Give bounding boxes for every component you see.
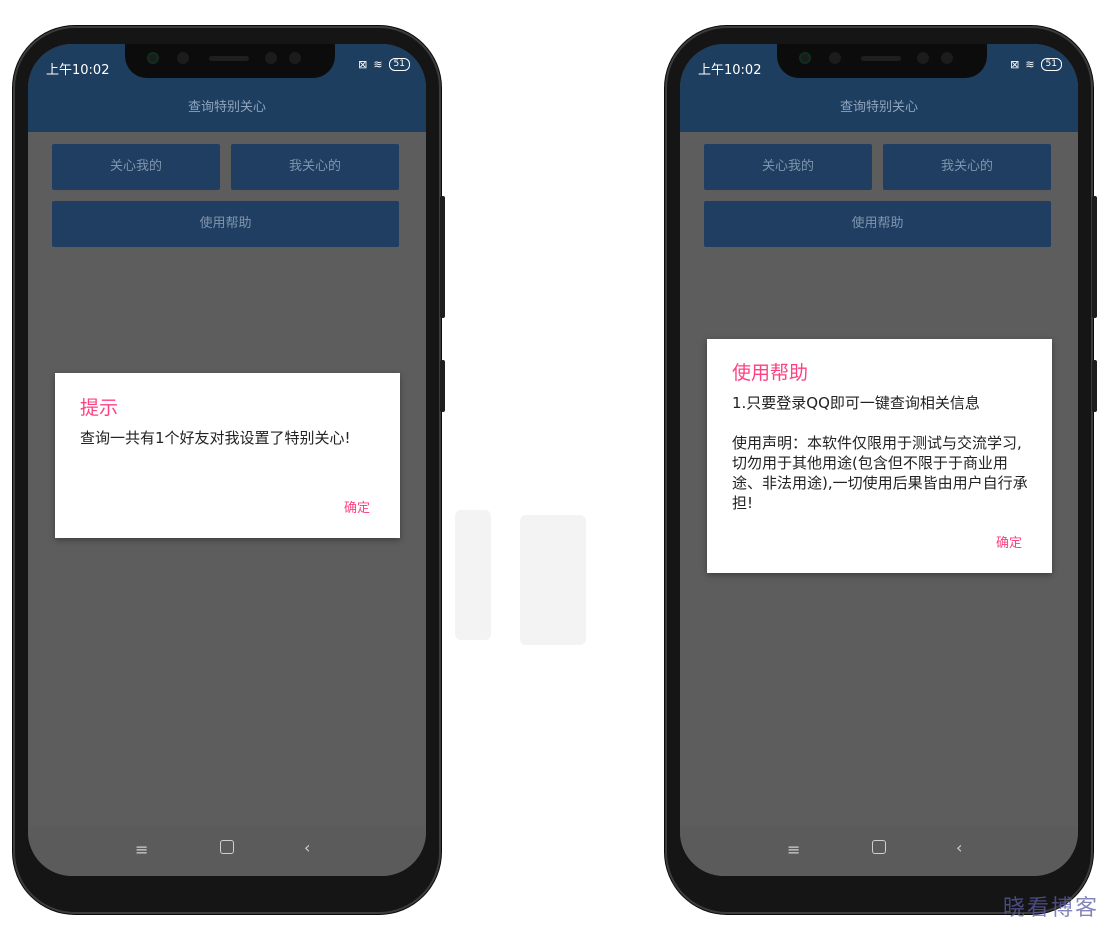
sensor-icon bbox=[941, 52, 953, 64]
sim-icon: ⊠ bbox=[1010, 58, 1020, 71]
watermark: 晓看博客 bbox=[1002, 896, 1099, 921]
back-icon[interactable]: ‹ bbox=[956, 838, 962, 857]
camera-icon bbox=[799, 52, 811, 64]
battery-icon: 51 bbox=[1040, 58, 1062, 71]
notch bbox=[125, 44, 335, 78]
menu-icon[interactable]: ≡ bbox=[787, 840, 800, 859]
help-button[interactable]: 使用帮助 bbox=[704, 201, 1051, 247]
background-decoration bbox=[455, 510, 491, 640]
wifi-icon: ≋ bbox=[1025, 58, 1035, 71]
notch bbox=[777, 44, 987, 78]
status-time: 上午10:02 bbox=[46, 63, 110, 78]
phone-right: 上午10:02 ⊠ ≋ 51 查询特别关心 关心我的 我关心的 使用帮助 使用帮… bbox=[665, 26, 1097, 914]
sim-icon: ⊠ bbox=[358, 58, 368, 71]
screen: 上午10:02 ⊠ ≋ 51 查询特别关心 关心我的 我关心的 使用帮助 使用帮… bbox=[680, 44, 1078, 876]
ok-button[interactable]: 确定 bbox=[996, 532, 1022, 551]
alert-dialog: 提示 查询一共有1个好友对我设置了特别关心! 确定 bbox=[55, 373, 400, 538]
power-button bbox=[1092, 360, 1097, 412]
home-icon[interactable] bbox=[872, 840, 886, 854]
battery-icon: 51 bbox=[388, 58, 410, 71]
help-disclaimer: 使用声明：本软件仅限用于测试与交流学习,切勿用于其他用途(包含但不限于于商业用途… bbox=[732, 434, 1028, 512]
care-me-button[interactable]: 关心我的 bbox=[52, 144, 220, 190]
status-icons: ⊠ ≋ 51 bbox=[1010, 58, 1062, 71]
wifi-icon: ≋ bbox=[373, 58, 383, 71]
speaker-grille bbox=[209, 56, 249, 61]
i-care-button[interactable]: 我关心的 bbox=[231, 144, 399, 190]
camera-icon bbox=[829, 52, 841, 64]
camera-icon bbox=[147, 52, 159, 64]
help-line-1: 1.只要登录QQ即可一键查询相关信息 bbox=[732, 394, 980, 412]
navigation-bar: ≡ ‹ bbox=[28, 826, 426, 876]
home-icon[interactable] bbox=[220, 840, 234, 854]
status-icons: ⊠ ≋ 51 bbox=[358, 58, 410, 71]
phone-left: 上午10:02 ⊠ ≋ 51 查询特别关心 关心我的 我关心的 使用帮助 提示 … bbox=[13, 26, 445, 914]
camera-icon bbox=[177, 52, 189, 64]
care-me-button[interactable]: 关心我的 bbox=[704, 144, 872, 190]
i-care-button[interactable]: 我关心的 bbox=[883, 144, 1051, 190]
status-time: 上午10:02 bbox=[698, 63, 762, 78]
sensor-icon bbox=[917, 52, 929, 64]
ok-button[interactable]: 确定 bbox=[344, 497, 370, 516]
volume-button bbox=[440, 196, 445, 318]
sensor-icon bbox=[265, 52, 277, 64]
sensor-icon bbox=[289, 52, 301, 64]
page-title: 查询特别关心 bbox=[839, 100, 918, 115]
background-decoration bbox=[520, 515, 586, 645]
help-button[interactable]: 使用帮助 bbox=[52, 201, 399, 247]
menu-icon[interactable]: ≡ bbox=[135, 840, 148, 859]
screen: 上午10:02 ⊠ ≋ 51 查询特别关心 关心我的 我关心的 使用帮助 提示 … bbox=[28, 44, 426, 876]
back-icon[interactable]: ‹ bbox=[304, 838, 310, 857]
dialog-message: 查询一共有1个好友对我设置了特别关心! bbox=[80, 429, 351, 447]
page-title: 查询特别关心 bbox=[187, 100, 266, 115]
navigation-bar: ≡ ‹ bbox=[680, 826, 1078, 876]
volume-button bbox=[1092, 196, 1097, 318]
power-button bbox=[440, 360, 445, 412]
dialog-title: 使用帮助 bbox=[732, 362, 809, 384]
dialog-title: 提示 bbox=[80, 397, 119, 419]
dialog-message: 1.只要登录QQ即可一键查询相关信息 使用声明：本软件仅限用于测试与交流学习,切… bbox=[732, 393, 1028, 513]
help-dialog: 使用帮助 1.只要登录QQ即可一键查询相关信息 使用声明：本软件仅限用于测试与交… bbox=[707, 339, 1052, 573]
speaker-grille bbox=[861, 56, 901, 61]
